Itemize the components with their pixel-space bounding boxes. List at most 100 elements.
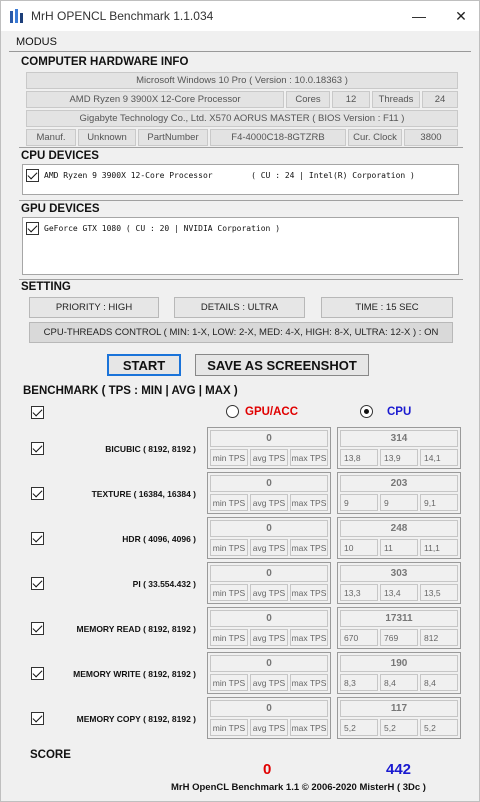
board-info: Gigabyte Technology Co., Ltd. X570 AORUS… bbox=[26, 110, 458, 127]
gpu-result-panel: 0 min TPS avg TPS max TPS bbox=[207, 427, 331, 469]
app-logo-icon bbox=[10, 9, 23, 23]
gpu-acc-radio[interactable] bbox=[226, 405, 239, 418]
cpu-max-tps: 5,2 bbox=[420, 719, 458, 736]
cpu-result-panel: 17311 670 769 812 bbox=[337, 607, 461, 649]
cpu-device-item[interactable]: AMD Ryzen 9 3900X 12-Core Processor ( CU… bbox=[26, 168, 415, 182]
gpu-max-tps: max TPS bbox=[290, 539, 328, 556]
cpu-avg-tps: 11 bbox=[380, 539, 418, 556]
benchmark-row-checkbox[interactable] bbox=[31, 532, 44, 545]
gpu-min-tps: min TPS bbox=[210, 719, 248, 736]
gpu-max-tps: max TPS bbox=[290, 629, 328, 646]
cpu-score-value: 17311 bbox=[340, 610, 458, 627]
partnumber-value: F4-4000C18-8GTZRB bbox=[210, 129, 346, 146]
cpu-min-tps: 9 bbox=[340, 494, 378, 511]
cpu-score-value: 314 bbox=[340, 430, 458, 447]
benchmark-row-label: PI ( 33.554.432 ) bbox=[132, 579, 196, 589]
gpu-device-checkbox[interactable] bbox=[26, 221, 39, 235]
benchmark-row-checkbox[interactable] bbox=[31, 712, 44, 725]
menu-item-modus[interactable]: MODUS bbox=[16, 36, 57, 48]
manuf-label: Manuf. bbox=[26, 129, 76, 146]
gpu-max-tps: max TPS bbox=[290, 719, 328, 736]
cpu-result-panel: 314 13,8 13,9 14,1 bbox=[337, 427, 461, 469]
benchmark-row-checkbox[interactable] bbox=[31, 577, 44, 590]
threads-value: 24 bbox=[422, 91, 458, 108]
gpu-max-tps: max TPS bbox=[290, 584, 328, 601]
cpu-label[interactable]: CPU bbox=[387, 406, 411, 418]
gpu-device-label: GeForce GTX 1080 ( CU : 20 | NVIDIA Corp… bbox=[44, 223, 281, 233]
clock-label: Cur. Clock bbox=[348, 129, 402, 146]
app-window: MrH OPENCL Benchmark 1.1.034 — ✕ MODUS C… bbox=[0, 0, 480, 802]
cpu-threads-control-button[interactable]: CPU-THREADS CONTROL ( MIN: 1-X, LOW: 2-X… bbox=[29, 322, 453, 343]
title-bar[interactable]: MrH OPENCL Benchmark 1.1.034 — ✕ bbox=[1, 1, 479, 31]
cpu-max-tps: 14,1 bbox=[420, 449, 458, 466]
details-button[interactable]: DETAILS : ULTRA bbox=[174, 297, 305, 318]
gpu-result-panel: 0 min TPS avg TPS max TPS bbox=[207, 562, 331, 604]
cpu-min-tps: 13,3 bbox=[340, 584, 378, 601]
cpu-score-value: 117 bbox=[340, 700, 458, 717]
gpu-result-panel: 0 min TPS avg TPS max TPS bbox=[207, 517, 331, 559]
clock-value: 3800 bbox=[404, 129, 458, 146]
gpu-min-tps: min TPS bbox=[210, 629, 248, 646]
gpu-result-panel: 0 min TPS avg TPS max TPS bbox=[207, 652, 331, 694]
gpu-avg-tps: avg TPS bbox=[250, 494, 288, 511]
cpu-score-value: 190 bbox=[340, 655, 458, 672]
benchmark-row-checkbox[interactable] bbox=[31, 667, 44, 680]
gpu-device-item[interactable]: GeForce GTX 1080 ( CU : 20 | NVIDIA Corp… bbox=[26, 221, 280, 235]
cpu-max-tps: 9,1 bbox=[420, 494, 458, 511]
cores-label: Cores bbox=[286, 91, 330, 108]
manuf-value: Unknown bbox=[78, 129, 136, 146]
cpu-result-panel: 203 9 9 9,1 bbox=[337, 472, 461, 514]
os-info: Microsoft Windows 10 Pro ( Version : 10.… bbox=[26, 72, 458, 89]
minimize-button[interactable]: — bbox=[399, 1, 439, 31]
save-screenshot-button[interactable]: SAVE AS SCREENSHOT bbox=[195, 354, 369, 376]
menu-divider bbox=[9, 51, 471, 52]
cpu-result-panel: 117 5,2 5,2 5,2 bbox=[337, 697, 461, 739]
menu-bar: MODUS bbox=[9, 35, 471, 51]
gpu-device-list[interactable]: GeForce GTX 1080 ( CU : 20 | NVIDIA Corp… bbox=[22, 217, 459, 275]
gpu-score-value: 0 bbox=[210, 565, 328, 582]
gpu-devices-title: GPU DEVICES bbox=[21, 203, 100, 215]
gpu-result-panel: 0 min TPS avg TPS max TPS bbox=[207, 607, 331, 649]
benchmark-row-label: MEMORY READ ( 8192, 8192 ) bbox=[76, 624, 196, 634]
gpu-max-tps: max TPS bbox=[290, 674, 328, 691]
window-title: MrH OPENCL Benchmark 1.1.034 bbox=[31, 9, 214, 23]
benchmark-title: BENCHMARK ( TPS : MIN | AVG | MAX ) bbox=[23, 385, 238, 397]
benchmark-row-label: TEXTURE ( 16384, 16384 ) bbox=[91, 489, 196, 499]
cpu-max-tps: 13,5 bbox=[420, 584, 458, 601]
priority-button[interactable]: PRIORITY : HIGH bbox=[29, 297, 159, 318]
start-button[interactable]: START bbox=[107, 354, 181, 376]
time-button[interactable]: TIME : 15 SEC bbox=[321, 297, 453, 318]
benchmark-row-checkbox[interactable] bbox=[31, 487, 44, 500]
benchmark-row-checkbox[interactable] bbox=[31, 442, 44, 455]
cpu-device-list[interactable]: AMD Ryzen 9 3900X 12-Core Processor ( CU… bbox=[22, 164, 459, 195]
threads-label: Threads bbox=[372, 91, 420, 108]
cpu-min-tps: 5,2 bbox=[340, 719, 378, 736]
select-all-checkbox[interactable] bbox=[31, 406, 44, 419]
cpu-devices-title: CPU DEVICES bbox=[21, 150, 99, 162]
hardware-section-title: COMPUTER HARDWARE INFO bbox=[21, 56, 189, 68]
cpu-result-panel: 303 13,3 13,4 13,5 bbox=[337, 562, 461, 604]
cpu-radio[interactable] bbox=[360, 405, 373, 418]
footer-copyright: MrH OpenCL Benchmark 1.1 © 2006-2020 Mis… bbox=[171, 782, 426, 793]
gpu-avg-tps: avg TPS bbox=[250, 719, 288, 736]
benchmark-row-checkbox[interactable] bbox=[31, 622, 44, 635]
cpu-min-tps: 670 bbox=[340, 629, 378, 646]
cpu-score: 442 bbox=[386, 761, 412, 778]
gpu-score-value: 0 bbox=[210, 700, 328, 717]
gpu-score-value: 0 bbox=[210, 475, 328, 492]
close-button[interactable]: ✕ bbox=[441, 1, 480, 31]
gpu-min-tps: min TPS bbox=[210, 584, 248, 601]
cpu-device-label: AMD Ryzen 9 3900X 12-Core Processor ( CU… bbox=[44, 170, 415, 180]
cpu-avg-tps: 8,4 bbox=[380, 674, 418, 691]
cpu-max-tps: 812 bbox=[420, 629, 458, 646]
divider bbox=[19, 200, 463, 201]
cpu-max-tps: 11,1 bbox=[420, 539, 458, 556]
gpu-score-value: 0 bbox=[210, 430, 328, 447]
divider bbox=[19, 279, 463, 280]
gpu-acc-label[interactable]: GPU/ACC bbox=[245, 406, 298, 418]
cpu-score-value: 203 bbox=[340, 475, 458, 492]
cpu-device-checkbox[interactable] bbox=[26, 168, 39, 182]
setting-title: SETTING bbox=[21, 281, 71, 293]
gpu-score-value: 0 bbox=[210, 610, 328, 627]
cores-value: 12 bbox=[332, 91, 370, 108]
